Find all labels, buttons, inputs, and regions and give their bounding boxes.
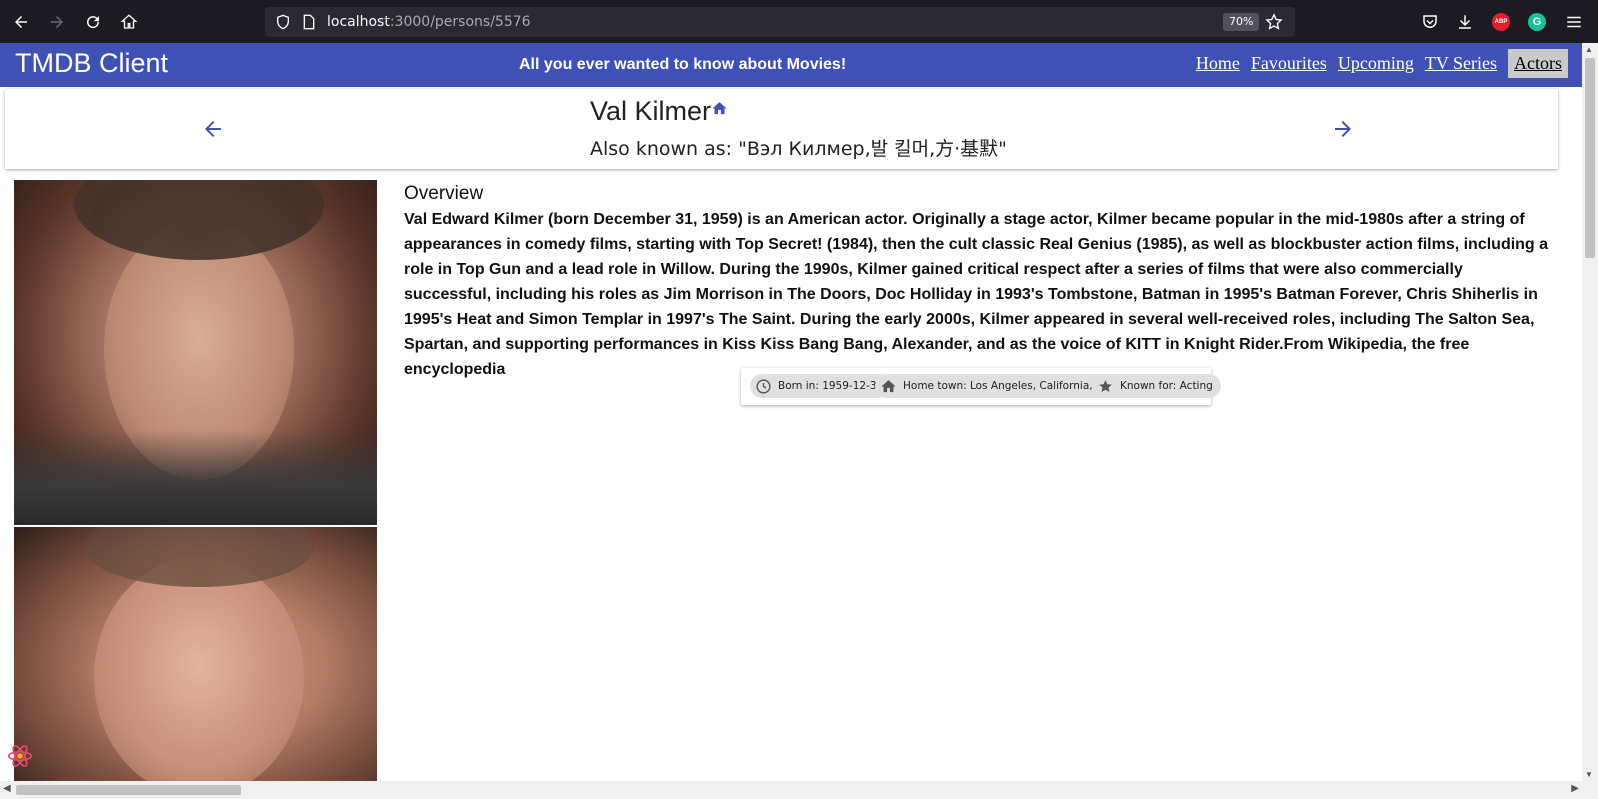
person-details-bar: Born in: 1959-12-31 Home town: Los Angel… bbox=[741, 368, 1221, 405]
person-name: Val Kilmer bbox=[590, 96, 712, 126]
previous-arrow-icon[interactable] bbox=[198, 114, 228, 144]
person-header: Val Kilmer Also known as: "Вэл Килмер,발 … bbox=[5, 89, 1558, 169]
nav-tv-series[interactable]: TV Series bbox=[1425, 49, 1497, 78]
url-text[interactable]: localhost:3000/persons/5576 bbox=[327, 14, 531, 30]
known-for-label: Known for: Acting bbox=[1120, 380, 1213, 392]
horizontal-scrollbar[interactable]: ◀ ▶ bbox=[0, 781, 1582, 799]
vertical-scroll-thumb[interactable] bbox=[1585, 58, 1595, 258]
nav-favourites[interactable]: Favourites bbox=[1251, 49, 1327, 78]
forward-icon[interactable] bbox=[44, 9, 70, 35]
browser-toolbar: localhost:3000/persons/5576 70% ABP G bbox=[0, 0, 1598, 43]
zoom-level[interactable]: 70% bbox=[1223, 13, 1260, 31]
person-name-row: Val Kilmer bbox=[590, 96, 728, 127]
page-icon bbox=[303, 14, 315, 30]
overview-title: Overview bbox=[404, 183, 484, 204]
pocket-icon[interactable] bbox=[1418, 10, 1442, 34]
next-arrow-icon[interactable] bbox=[1328, 114, 1358, 144]
grammarly-icon[interactable]: G bbox=[1525, 10, 1549, 34]
home-icon[interactable] bbox=[116, 9, 142, 35]
brand-title: TMDB Client bbox=[15, 48, 169, 78]
app-header: TMDB Client All you ever wanted to know … bbox=[0, 43, 1582, 87]
nav-actors[interactable]: Actors bbox=[1508, 49, 1568, 78]
born-label: Born in: 1959-12-31 bbox=[778, 380, 884, 392]
person-photo bbox=[14, 180, 377, 525]
person-photo bbox=[14, 527, 377, 781]
reload-icon[interactable] bbox=[80, 9, 106, 35]
horizontal-scroll-thumb[interactable] bbox=[16, 785, 241, 795]
hometown-label: Home town: Los Angeles, California, USA bbox=[903, 380, 1118, 392]
born-chip: Born in: 1959-12-31 bbox=[750, 374, 892, 398]
home-icon bbox=[881, 379, 896, 392]
scrollbar-corner bbox=[1582, 781, 1598, 799]
nav-upcoming[interactable]: Upcoming bbox=[1338, 49, 1414, 78]
homepage-icon[interactable] bbox=[711, 100, 728, 117]
shield-icon[interactable] bbox=[275, 14, 291, 30]
react-query-devtools-icon[interactable] bbox=[6, 742, 34, 770]
menu-icon[interactable] bbox=[1562, 10, 1586, 34]
bookmark-star-icon[interactable] bbox=[1265, 13, 1283, 31]
tagline: All you ever wanted to know about Movies… bbox=[519, 56, 847, 73]
back-icon[interactable] bbox=[8, 9, 34, 35]
vertical-scrollbar[interactable]: ▲ ▼ bbox=[1582, 43, 1598, 781]
adblock-icon[interactable]: ABP bbox=[1489, 10, 1513, 34]
main-nav: Home Favourites Upcoming TV Series Actor… bbox=[1196, 49, 1582, 78]
url-bar[interactable]: localhost:3000/persons/5576 70% bbox=[265, 7, 1295, 37]
also-known-as: Also known as: "Вэл Килмер,발 킬머,方·基默" bbox=[590, 138, 1007, 160]
nav-home[interactable]: Home bbox=[1196, 49, 1240, 78]
known-for-chip: Known for: Acting bbox=[1092, 374, 1221, 398]
clock-icon bbox=[756, 378, 771, 394]
download-icon[interactable] bbox=[1453, 10, 1477, 34]
hometown-chip: Home town: Los Angeles, California, USA bbox=[875, 374, 1126, 398]
overview-text: Val Edward Kilmer (born December 31, 195… bbox=[404, 211, 1549, 378]
star-icon bbox=[1099, 379, 1112, 392]
